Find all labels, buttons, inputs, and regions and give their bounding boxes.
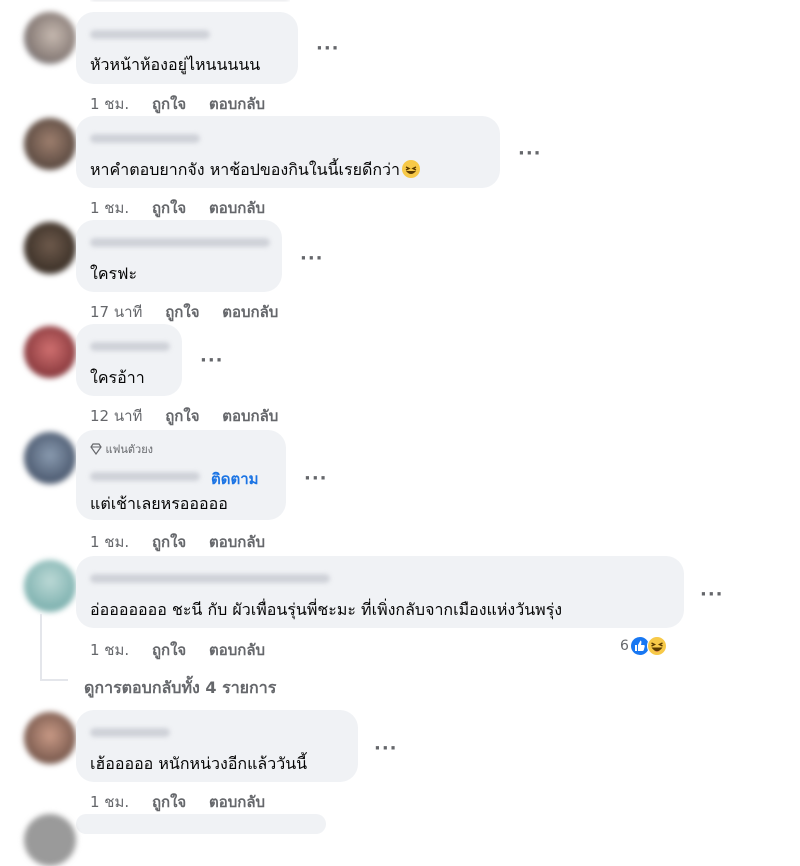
avatar[interactable] xyxy=(24,222,76,274)
cutoff-meta xyxy=(90,0,290,2)
reaction-count: 6 xyxy=(620,638,629,654)
timestamp[interactable]: 12 นาที xyxy=(90,407,142,425)
author-name[interactable] xyxy=(90,574,330,583)
comment-text: ใครฟะ xyxy=(90,264,138,283)
more-options-button[interactable]: ··· xyxy=(518,143,542,164)
timestamp[interactable]: 1 ชม. xyxy=(90,793,129,811)
avatar[interactable] xyxy=(24,560,76,612)
timestamp[interactable]: 1 ชม. xyxy=(90,95,129,113)
avatar[interactable] xyxy=(24,12,76,64)
author-name[interactable] xyxy=(90,728,170,737)
avatar-next[interactable] xyxy=(24,814,76,866)
comment-actions: 17 นาที ถูกใจ ตอบกลับ xyxy=(90,300,278,324)
laugh-emoji-icon xyxy=(402,160,421,178)
reply-button[interactable]: ตอบกลับ xyxy=(209,641,265,659)
author-name[interactable] xyxy=(90,238,270,247)
view-replies-link[interactable]: ดูการตอบกลับทั้ง 4 รายการ xyxy=(84,676,276,701)
follow-button[interactable]: ติดตาม xyxy=(211,467,259,491)
more-options-button[interactable]: ··· xyxy=(700,584,724,605)
timestamp[interactable]: 17 นาที xyxy=(90,303,142,321)
comment-text: เฮ้อออออ หนักหน่วงอีกแล้ววันนี้ xyxy=(90,754,308,773)
comment-actions: 12 นาที ถูกใจ ตอบกลับ xyxy=(90,404,278,428)
reply-thread-connector xyxy=(40,679,68,681)
author-name[interactable] xyxy=(90,30,210,39)
author-name[interactable] xyxy=(90,134,200,143)
comment-text: หาคำตอบยากจัง หาช้อปของกินในนี้เรยดีกว่า xyxy=(90,158,421,183)
avatar[interactable] xyxy=(24,118,76,170)
comment-text: หัวหน้าห้องอยู่ไหนนนนน xyxy=(90,55,261,74)
reply-button[interactable]: ตอบกลับ xyxy=(209,199,265,217)
comment-actions: 1 ชม. ถูกใจ ตอบกลับ xyxy=(90,92,265,116)
author-name[interactable] xyxy=(90,342,170,351)
avatar[interactable] xyxy=(24,326,76,378)
like-button[interactable]: ถูกใจ xyxy=(152,641,186,659)
more-options-button[interactable]: ··· xyxy=(374,738,398,759)
comment-text: แต่เช้าเลยหรอออออ xyxy=(90,494,228,513)
like-button[interactable]: ถูกใจ xyxy=(152,95,186,113)
haha-reaction-icon xyxy=(647,636,667,656)
timestamp[interactable]: 1 ชม. xyxy=(90,533,129,551)
comment-actions: 1 ชม. ถูกใจ ตอบกลับ xyxy=(90,638,265,662)
comment-actions: 1 ชม. ถูกใจ ตอบกลับ xyxy=(90,196,265,220)
reply-button[interactable]: ตอบกลับ xyxy=(209,533,265,551)
reply-button[interactable]: ตอบกลับ xyxy=(209,793,265,811)
comment-text: ใครอ้าา xyxy=(90,368,145,387)
avatar[interactable] xyxy=(24,712,76,764)
reply-thread-line xyxy=(40,614,42,680)
like-button[interactable]: ถูกใจ xyxy=(165,303,199,321)
like-button[interactable]: ถูกใจ xyxy=(165,407,199,425)
timestamp[interactable]: 1 ชม. xyxy=(90,199,129,217)
like-button[interactable]: ถูกใจ xyxy=(152,533,186,551)
reply-button[interactable]: ตอบกลับ xyxy=(209,95,265,113)
comment-actions: 1 ชม. ถูกใจ ตอบกลับ xyxy=(90,530,265,554)
timestamp[interactable]: 1 ชม. xyxy=(90,641,129,659)
more-options-button[interactable]: ··· xyxy=(304,468,328,489)
reply-button[interactable]: ตอบกลับ xyxy=(222,407,278,425)
like-button[interactable]: ถูกใจ xyxy=(152,793,186,811)
reply-button[interactable]: ตอบกลับ xyxy=(222,303,278,321)
comment-actions: 1 ชม. ถูกใจ ตอบกลับ xyxy=(90,790,265,814)
diamond-icon xyxy=(90,443,102,456)
more-options-button[interactable]: ··· xyxy=(316,38,340,59)
more-options-button[interactable]: ··· xyxy=(300,248,324,269)
author-name[interactable] xyxy=(90,472,200,481)
more-options-button[interactable]: ··· xyxy=(200,350,224,371)
top-fan-badge: แฟนตัวยง xyxy=(90,440,153,458)
avatar[interactable] xyxy=(24,432,76,484)
comment-text: อ่อออออออ ชะนี กับ ผัวเพื่อนรุ่นพี่ชะมะ … xyxy=(90,600,563,619)
comment-bubble-next xyxy=(76,814,326,834)
like-button[interactable]: ถูกใจ xyxy=(152,199,186,217)
